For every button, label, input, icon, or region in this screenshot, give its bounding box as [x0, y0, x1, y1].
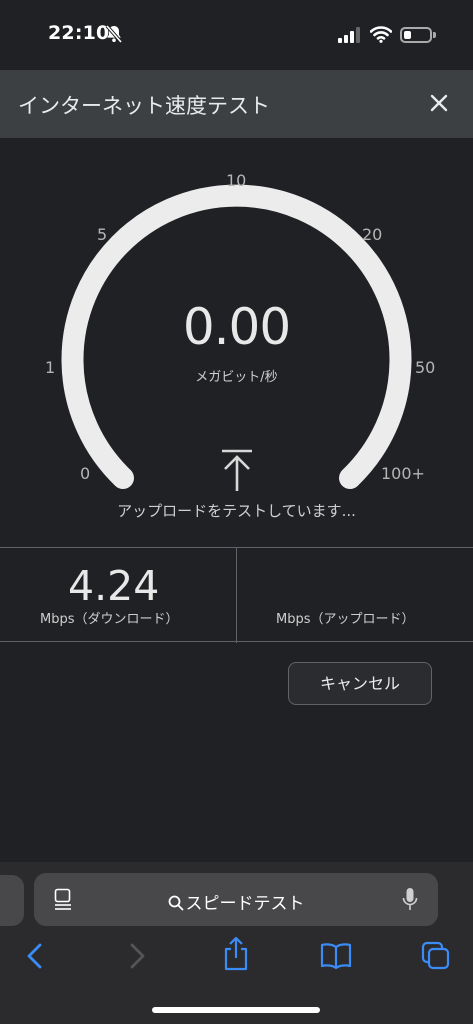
scale-label-100: 100+: [381, 464, 425, 483]
forward-icon[interactable]: [126, 940, 148, 972]
results-panel: 4.24 Mbps（ダウンロード） Mbps（アップロード）: [0, 547, 473, 643]
upload-arrow-icon: [222, 449, 252, 491]
microphone-icon[interactable]: [402, 887, 418, 913]
battery-icon: [400, 27, 436, 43]
scale-label-20: 20: [362, 225, 383, 244]
wifi-icon: [370, 26, 392, 43]
download-speed-value: 4.24: [68, 562, 160, 610]
download-speed-label: Mbps（ダウンロード）: [40, 612, 179, 627]
back-icon[interactable]: [24, 940, 46, 972]
tabs-icon[interactable]: [421, 941, 451, 971]
scale-label-10: 10: [226, 171, 247, 190]
bookmarks-icon[interactable]: [320, 942, 352, 970]
signal-icon: [338, 27, 360, 43]
test-status-text: アップロードをテストしています...: [117, 502, 356, 520]
address-text: スピードテスト: [185, 894, 305, 914]
speed-gauge: 0 1 5 10 20 50 100+ 0.00 メガビット/秒 アップロードを…: [0, 138, 473, 548]
speed-unit: メガビット/秒: [195, 370, 278, 385]
home-indicator[interactable]: [152, 1007, 320, 1013]
speedtest-header: インターネット速度テスト: [0, 70, 473, 138]
share-icon[interactable]: [222, 936, 250, 972]
status-bar: 22:10: [0, 0, 473, 70]
current-speed-value: 0.00: [182, 298, 291, 356]
previous-tab-preview[interactable]: [0, 875, 24, 926]
search-icon: [168, 895, 183, 911]
cancel-button[interactable]: キャンセル: [288, 662, 432, 705]
results-divider: [236, 548, 237, 643]
close-icon[interactable]: [422, 86, 456, 120]
status-time: 22:10: [48, 22, 110, 44]
page-title: インターネット速度テスト: [18, 94, 270, 118]
address-bar[interactable]: スピードテスト: [34, 873, 438, 926]
address-text-wrap: スピードテスト: [34, 889, 438, 914]
scale-label-5: 5: [97, 225, 108, 244]
upload-speed-label: Mbps（アップロード）: [276, 612, 415, 627]
bell-muted-icon: [105, 24, 123, 44]
scale-label-0: 0: [80, 464, 91, 483]
